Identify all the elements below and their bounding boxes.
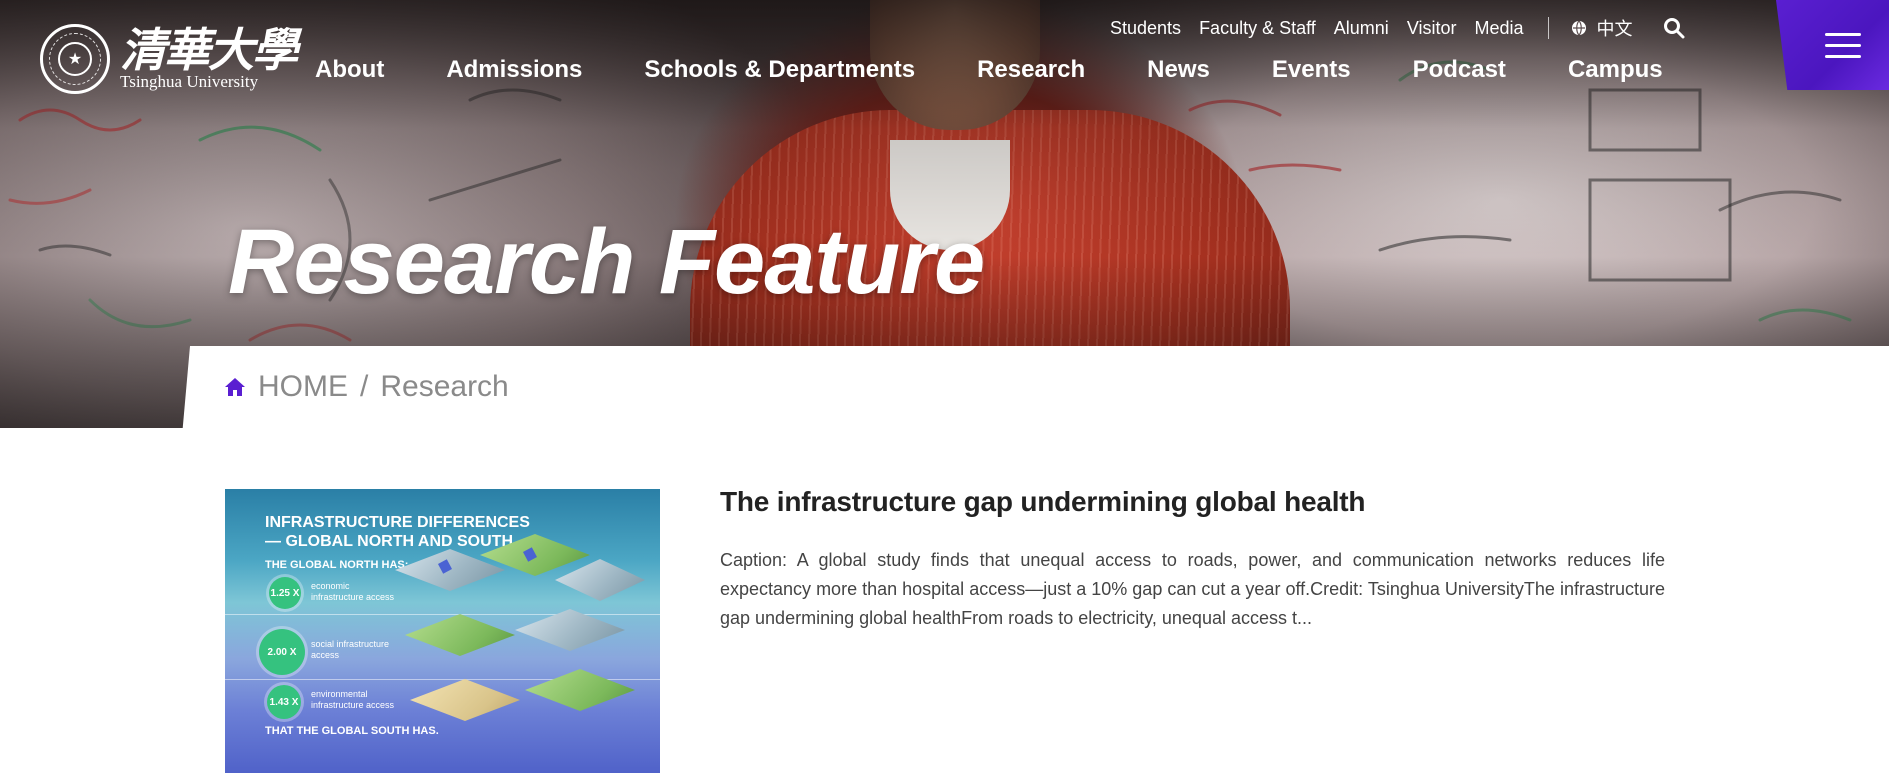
thumbnail-subtitle: THE GLOBAL NORTH HAS: bbox=[265, 559, 409, 571]
page-title: Research Feature bbox=[228, 211, 985, 313]
utility-link-visitor[interactable]: Visitor bbox=[1407, 18, 1457, 39]
seal-icon: ★ bbox=[40, 24, 110, 94]
utility-nav: Students Faculty & Staff Alumni Visitor … bbox=[1110, 14, 1685, 42]
globe-icon bbox=[1571, 20, 1586, 36]
utility-link-students[interactable]: Students bbox=[1110, 18, 1181, 39]
utility-divider bbox=[1547, 17, 1549, 39]
stat-badge-social: 2.00 X bbox=[259, 629, 305, 675]
nav-podcast[interactable]: Podcast bbox=[1413, 56, 1506, 84]
stat-badge-environmental: 1.43 X bbox=[267, 685, 301, 719]
stat-label-environmental: environmental infrastructure access bbox=[311, 689, 395, 710]
menu-button[interactable] bbox=[1776, 0, 1889, 90]
nav-admissions[interactable]: Admissions bbox=[446, 56, 582, 84]
language-label: 中文 bbox=[1596, 19, 1633, 39]
utility-link-faculty-staff[interactable]: Faculty & Staff bbox=[1199, 18, 1316, 39]
university-logo[interactable]: ★ 清華大學 Tsinghua University bbox=[40, 23, 298, 94]
logo-chinese-name: 清華大學 bbox=[120, 23, 298, 77]
breadcrumb-home[interactable]: HOME bbox=[258, 370, 348, 404]
illustration-school bbox=[405, 614, 515, 656]
nav-campus[interactable]: Campus bbox=[1568, 56, 1663, 84]
breadcrumb-separator: / bbox=[360, 370, 369, 403]
nav-events[interactable]: Events bbox=[1272, 56, 1351, 84]
language-switch[interactable]: 中文 bbox=[1571, 15, 1633, 41]
article-title-link[interactable]: The infrastructure gap undermining globa… bbox=[720, 486, 1366, 518]
nav-about[interactable]: About bbox=[315, 56, 384, 84]
stat-badge-economic: 1.25 X bbox=[269, 577, 301, 609]
stat-label-economic: economic infrastructure access bbox=[311, 581, 395, 602]
nav-news[interactable]: News bbox=[1147, 56, 1210, 84]
article-excerpt: Caption: A global study finds that unequ… bbox=[720, 550, 1665, 628]
breadcrumb-current[interactable]: Research bbox=[380, 370, 508, 404]
illustration-park bbox=[525, 669, 635, 711]
utility-link-alumni[interactable]: Alumni bbox=[1334, 18, 1389, 39]
thumbnail-footer: THAT THE GLOBAL SOUTH HAS. bbox=[265, 725, 439, 737]
article-thumbnail[interactable]: INFRASTRUCTURE DIFFERENCES — GLOBAL NORT… bbox=[225, 489, 660, 773]
nav-research[interactable]: Research bbox=[977, 56, 1085, 84]
nav-schools-departments[interactable]: Schools & Departments bbox=[644, 56, 915, 84]
main-nav: About Admissions Schools & Departments R… bbox=[315, 56, 1663, 84]
illustration-hospital bbox=[515, 609, 625, 651]
hamburger-icon bbox=[1824, 32, 1861, 58]
home-icon[interactable] bbox=[224, 376, 246, 398]
search-icon[interactable] bbox=[1663, 17, 1685, 39]
utility-link-media[interactable]: Media bbox=[1475, 18, 1524, 39]
breadcrumb: HOME / Research bbox=[224, 370, 509, 404]
thumbnail-title: INFRASTRUCTURE DIFFERENCES — GLOBAL NORT… bbox=[265, 514, 530, 550]
stat-label-social: social infrastructure access bbox=[311, 639, 390, 660]
